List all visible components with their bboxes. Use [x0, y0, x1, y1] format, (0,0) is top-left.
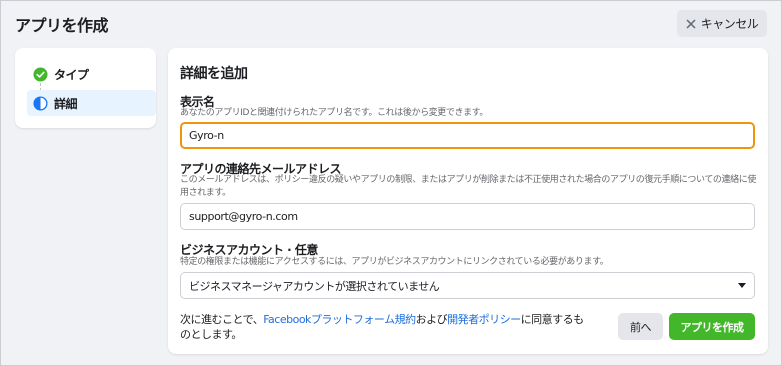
business-account-select[interactable]: ビジネスマネージャアカウントが選択されていません — [180, 272, 755, 299]
close-icon — [686, 18, 696, 29]
step-navigator: タイプ 詳細 — [15, 48, 156, 128]
step-type-label: タイプ — [54, 67, 89, 82]
create-app-dialog: アプリを作成 キャンセル タイプ 詳細 詳細を追加 表示名 あなたのアプリIDと… — [0, 0, 782, 366]
contact-email-input[interactable] — [180, 203, 755, 230]
terms-text-middle: および — [415, 313, 448, 326]
details-panel: 詳細を追加 表示名 あなたのアプリIDと関連付けられたアプリ名です。これは後から… — [168, 48, 768, 354]
cancel-label: キャンセル — [700, 17, 759, 31]
cancel-button[interactable]: キャンセル — [677, 10, 767, 37]
developer-policy-link[interactable]: 開発者ポリシー — [447, 313, 521, 326]
step-details-label: 詳細 — [54, 96, 78, 111]
step-type[interactable]: タイプ — [27, 61, 156, 87]
half-circle-icon — [33, 95, 48, 111]
dialog-title: アプリを作成 — [15, 16, 109, 35]
business-account-help: 特定の権限または機能にアクセスするには、アプリがビジネスアカウントにリンクされて… — [180, 257, 609, 267]
platform-terms-link[interactable]: Facebookプラットフォーム規約 — [263, 313, 416, 326]
display-name-help: あなたのアプリIDと関連付けられたアプリ名です。これは後から変更できます。 — [180, 108, 488, 118]
create-app-button[interactable]: アプリを作成 — [669, 313, 755, 340]
terms-text-before: 次に進むことで、 — [180, 313, 264, 326]
back-button[interactable]: 前へ — [618, 313, 663, 340]
contact-email-help: このメールアドレスは、ポリシー違反の疑いやアプリの制限、またはアプリが削除または… — [180, 175, 756, 198]
step-details[interactable]: 詳細 — [27, 90, 156, 116]
chevron-down-icon — [738, 283, 746, 288]
panel-heading: 詳細を追加 — [180, 66, 248, 82]
display-name-input[interactable] — [180, 122, 755, 149]
check-circle-icon — [33, 66, 48, 82]
terms-notice: 次に進むことで、Facebookプラットフォーム規約および開発者ポリシーに同意す… — [180, 312, 590, 342]
business-account-selected: ビジネスマネージャアカウントが選択されていません — [189, 279, 440, 293]
